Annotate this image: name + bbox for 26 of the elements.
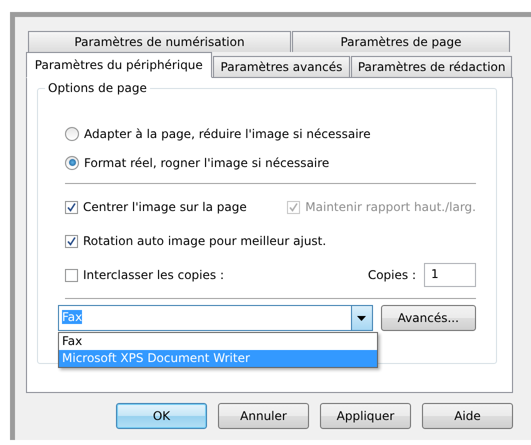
group-title: Options de page [45,81,150,95]
checkbox[interactable] [65,200,78,214]
tab[interactable]: Paramètres avancés [212,56,350,77]
dialog-button[interactable]: OK [116,403,207,429]
copies-label: Copies : [368,268,416,282]
dropdown-option[interactable]: Fax [59,333,377,350]
dialog-button[interactable]: Aide [422,403,513,429]
dropdown-arrow-icon [357,316,366,320]
advanced-button[interactable]: Avancés... [380,305,476,331]
radio-label: Format réel, rogner l'image si nécessaire [84,156,330,170]
dialog-button[interactable]: Appliquer [320,403,411,429]
checkbox-label: Rotation auto image pour meilleur ajust. [83,234,326,248]
tab[interactable]: Paramètres de rédaction [351,56,512,77]
radio-button[interactable] [65,126,79,140]
tab[interactable]: Paramètres du périphérique [26,52,212,78]
tab[interactable]: Paramètres de page [292,31,510,52]
checkbox-label: Maintenir rapport haut./larg. [305,200,476,214]
radio-button[interactable] [65,156,79,170]
checkbox-label: Centrer l'image sur la page [83,200,247,214]
checkbox[interactable] [65,234,78,248]
radio-label: Adapter à la page, réduire l'image si nécessaire [84,126,371,140]
checkbox[interactable] [65,268,78,282]
copies-field[interactable]: 1 [424,263,476,287]
checkbox-label: Interclasser les copies : [83,268,224,282]
tab[interactable]: Paramètres de numérisation [28,31,291,52]
dialog-button[interactable]: Annuler [218,403,309,429]
